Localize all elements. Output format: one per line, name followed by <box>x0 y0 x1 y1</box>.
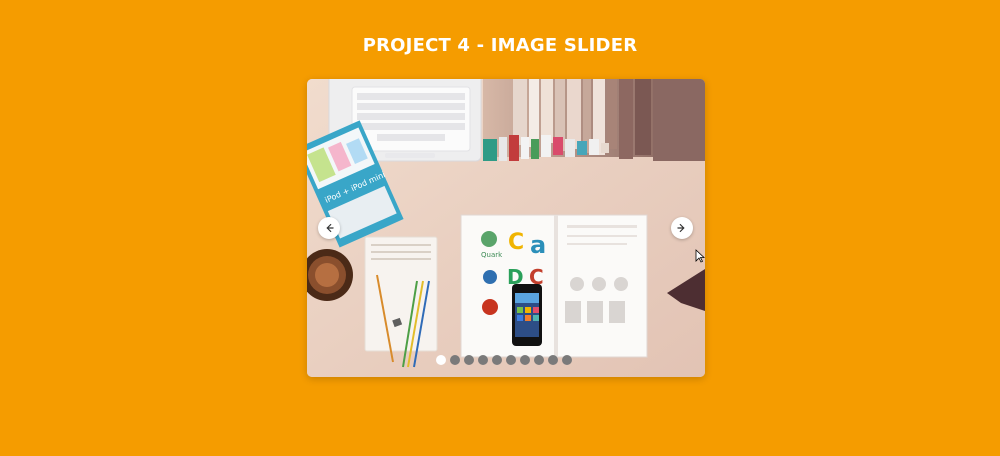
slide-dot-4[interactable] <box>478 355 488 365</box>
arrow-right-icon <box>677 223 685 233</box>
slide-dot-10[interactable] <box>562 355 572 365</box>
arrow-left-icon <box>326 223 334 233</box>
previous-slide-button[interactable] <box>318 217 340 239</box>
slide-dot-5[interactable] <box>492 355 502 365</box>
slide-dot-7[interactable] <box>520 355 530 365</box>
slide-dot-3[interactable] <box>464 355 474 365</box>
next-slide-button[interactable] <box>671 217 693 239</box>
slide-dot-6[interactable] <box>506 355 516 365</box>
mouse-cursor-icon <box>695 249 705 263</box>
slide-dot-1[interactable] <box>436 355 446 365</box>
slide-dot-8[interactable] <box>534 355 544 365</box>
book-logo-text: Quark <box>481 251 503 259</box>
page-title: PROJECT 4 - IMAGE SLIDER <box>362 35 638 56</box>
svg-text:C: C <box>508 230 524 255</box>
slide-dot-9[interactable] <box>548 355 558 365</box>
slide-indicators <box>436 355 572 365</box>
slide-dot-2[interactable] <box>450 355 460 365</box>
image-slider: iPod + iPod mini Quark C a D C <box>307 79 705 377</box>
slide-image: iPod + iPod mini Quark C a D C <box>307 79 705 377</box>
svg-text:a: a <box>530 231 546 259</box>
